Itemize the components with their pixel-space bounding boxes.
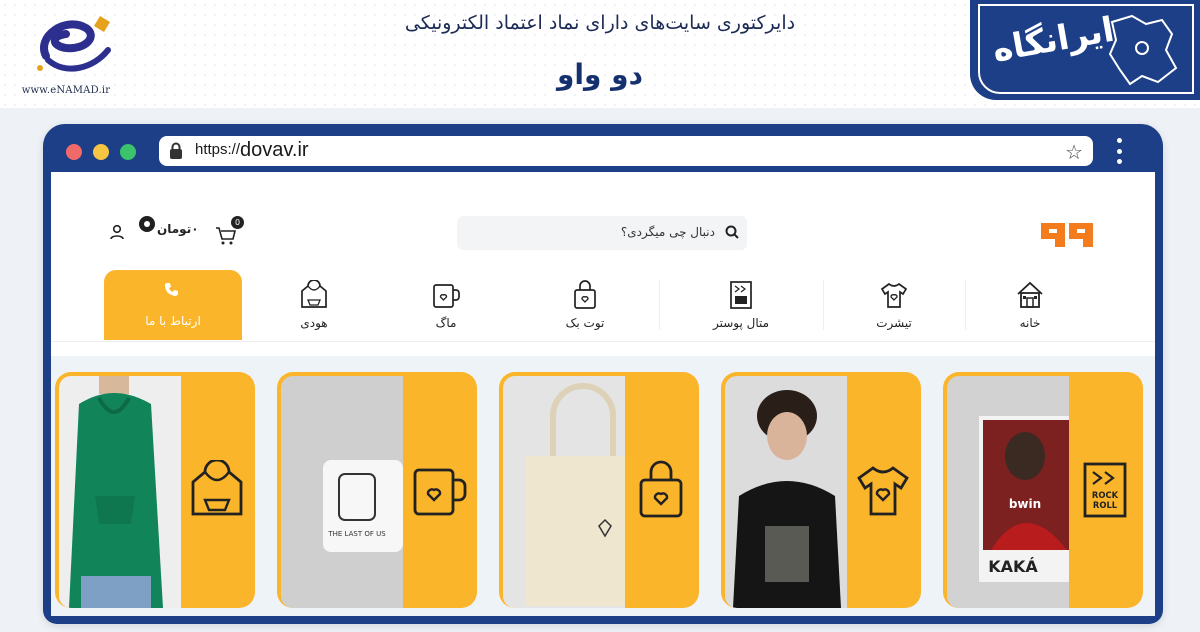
- tote-bag-icon: [574, 280, 596, 309]
- poster-icon: [730, 281, 752, 309]
- nav-label-mug: ماگ: [435, 316, 457, 330]
- banner-subtitle: دایرکتوری سایت‌های دارای نماد اعتماد الک…: [404, 12, 796, 34]
- page-viewport: دنبال چی میگردی؟ ۰تومان 0 خانه تیشرت متا…: [51, 172, 1155, 616]
- nav-item-home[interactable]: خانه: [965, 270, 1095, 338]
- url-host: dovav.ir: [240, 139, 309, 161]
- tote-bag-product-image: [503, 376, 625, 608]
- lock-icon: [170, 142, 182, 159]
- nav-label-hoodie: هودی: [300, 316, 328, 330]
- cart-count-badge: 0: [231, 216, 244, 229]
- phone-icon: [165, 283, 178, 296]
- nav-label-home: خانه: [1019, 316, 1041, 330]
- category-card-tote-bag[interactable]: [499, 372, 699, 608]
- wallet-icon: [139, 216, 155, 232]
- browser-menu-icon[interactable]: [1113, 138, 1125, 164]
- nav-label-tote-bag: توت بک: [565, 316, 605, 330]
- hoodie-icon: [191, 460, 243, 516]
- poster-sponsor-text: bwin: [1009, 497, 1041, 511]
- window-close-button[interactable]: [66, 144, 82, 160]
- mug-caption: THE LAST OF US: [327, 530, 386, 538]
- mug-icon: [433, 284, 460, 308]
- home-icon: [1017, 281, 1043, 308]
- nav-item-metal-poster[interactable]: متال پوستر: [659, 270, 823, 338]
- directory-banner: www.eNAMAD.ir دایرکتوری سایت‌های دارای ن…: [0, 0, 1200, 108]
- poster-player-name: KAKÁ: [988, 557, 1038, 576]
- browser-window: https://dovav.ir ☆ دنبال چی میگردی؟ ۰توم…: [43, 124, 1163, 624]
- poster-product-image: bwin KAKÁ: [947, 376, 1069, 608]
- window-maximize-button[interactable]: [120, 144, 136, 160]
- category-card-mug[interactable]: THE LAST OF US: [277, 372, 477, 608]
- category-card-metal-poster[interactable]: bwin KAKÁ ROCK ROLL: [943, 372, 1143, 608]
- address-bar[interactable]: https://dovav.ir ☆: [159, 136, 1093, 166]
- tshirt-icon: [857, 466, 909, 516]
- nav-item-tshirt[interactable]: تیشرت: [823, 270, 965, 338]
- enamad-url: www.eNAMAD.ir: [21, 85, 111, 96]
- dovav-logo[interactable]: [1039, 219, 1095, 251]
- search-icon[interactable]: [725, 225, 739, 239]
- cart-button[interactable]: 0: [215, 216, 245, 246]
- category-card-hoodie[interactable]: [55, 372, 255, 608]
- iran-map-icon: [1108, 14, 1178, 86]
- nav-item-hoodie[interactable]: هودی: [247, 270, 381, 338]
- nav-label-tshirt: تیشرت: [876, 316, 912, 330]
- wallet-balance[interactable]: ۰تومان: [135, 216, 205, 246]
- nav-item-mug[interactable]: ماگ: [381, 270, 511, 338]
- tshirt-icon: [880, 282, 908, 308]
- enamad-e-icon: [37, 16, 111, 72]
- contact-us-label: ارتباط با ما: [145, 314, 201, 328]
- banner-title: دو واو: [557, 58, 643, 91]
- poster-icon-text-top: ROCK: [1092, 490, 1119, 500]
- tote-bag-icon: [639, 460, 683, 518]
- search-placeholder: دنبال چی میگردی؟: [620, 225, 715, 239]
- currency-label: ۰تومان: [157, 222, 199, 236]
- tshirt-model-image: [725, 376, 847, 608]
- nav-divider: [965, 280, 966, 330]
- nav-divider: [823, 280, 824, 330]
- url-text: https://dovav.ir: [195, 139, 309, 162]
- poster-icon-text-bottom: ROLL: [1093, 500, 1118, 510]
- nav-divider: [659, 280, 660, 330]
- bookmark-star-icon[interactable]: ☆: [1065, 140, 1083, 164]
- category-card-tshirt[interactable]: [721, 372, 921, 608]
- mug-icon: [413, 468, 467, 516]
- enamad-logo[interactable]: www.eNAMAD.ir: [8, 6, 118, 102]
- category-cards-strip: THE LAST OF US bwin KAKÁ ROCK ROLL: [51, 356, 1155, 616]
- hoodie-model-image: [59, 376, 181, 608]
- user-account-icon[interactable]: [109, 224, 125, 240]
- hoodie-icon: [301, 280, 327, 308]
- mug-product-image: THE LAST OF US: [281, 376, 403, 608]
- cart-icon: [216, 227, 237, 245]
- irangah-logo[interactable]: ایرانگاه: [970, 0, 1200, 100]
- nav-item-tote-bag[interactable]: توت بک: [511, 270, 659, 338]
- contact-us-button[interactable]: ارتباط با ما: [104, 270, 242, 340]
- nav-label-metal-poster: متال پوستر: [712, 316, 770, 330]
- window-minimize-button[interactable]: [93, 144, 109, 160]
- poster-icon: ROCK ROLL: [1083, 462, 1127, 518]
- search-box[interactable]: دنبال چی میگردی؟: [457, 216, 747, 250]
- url-scheme: https://: [195, 141, 241, 158]
